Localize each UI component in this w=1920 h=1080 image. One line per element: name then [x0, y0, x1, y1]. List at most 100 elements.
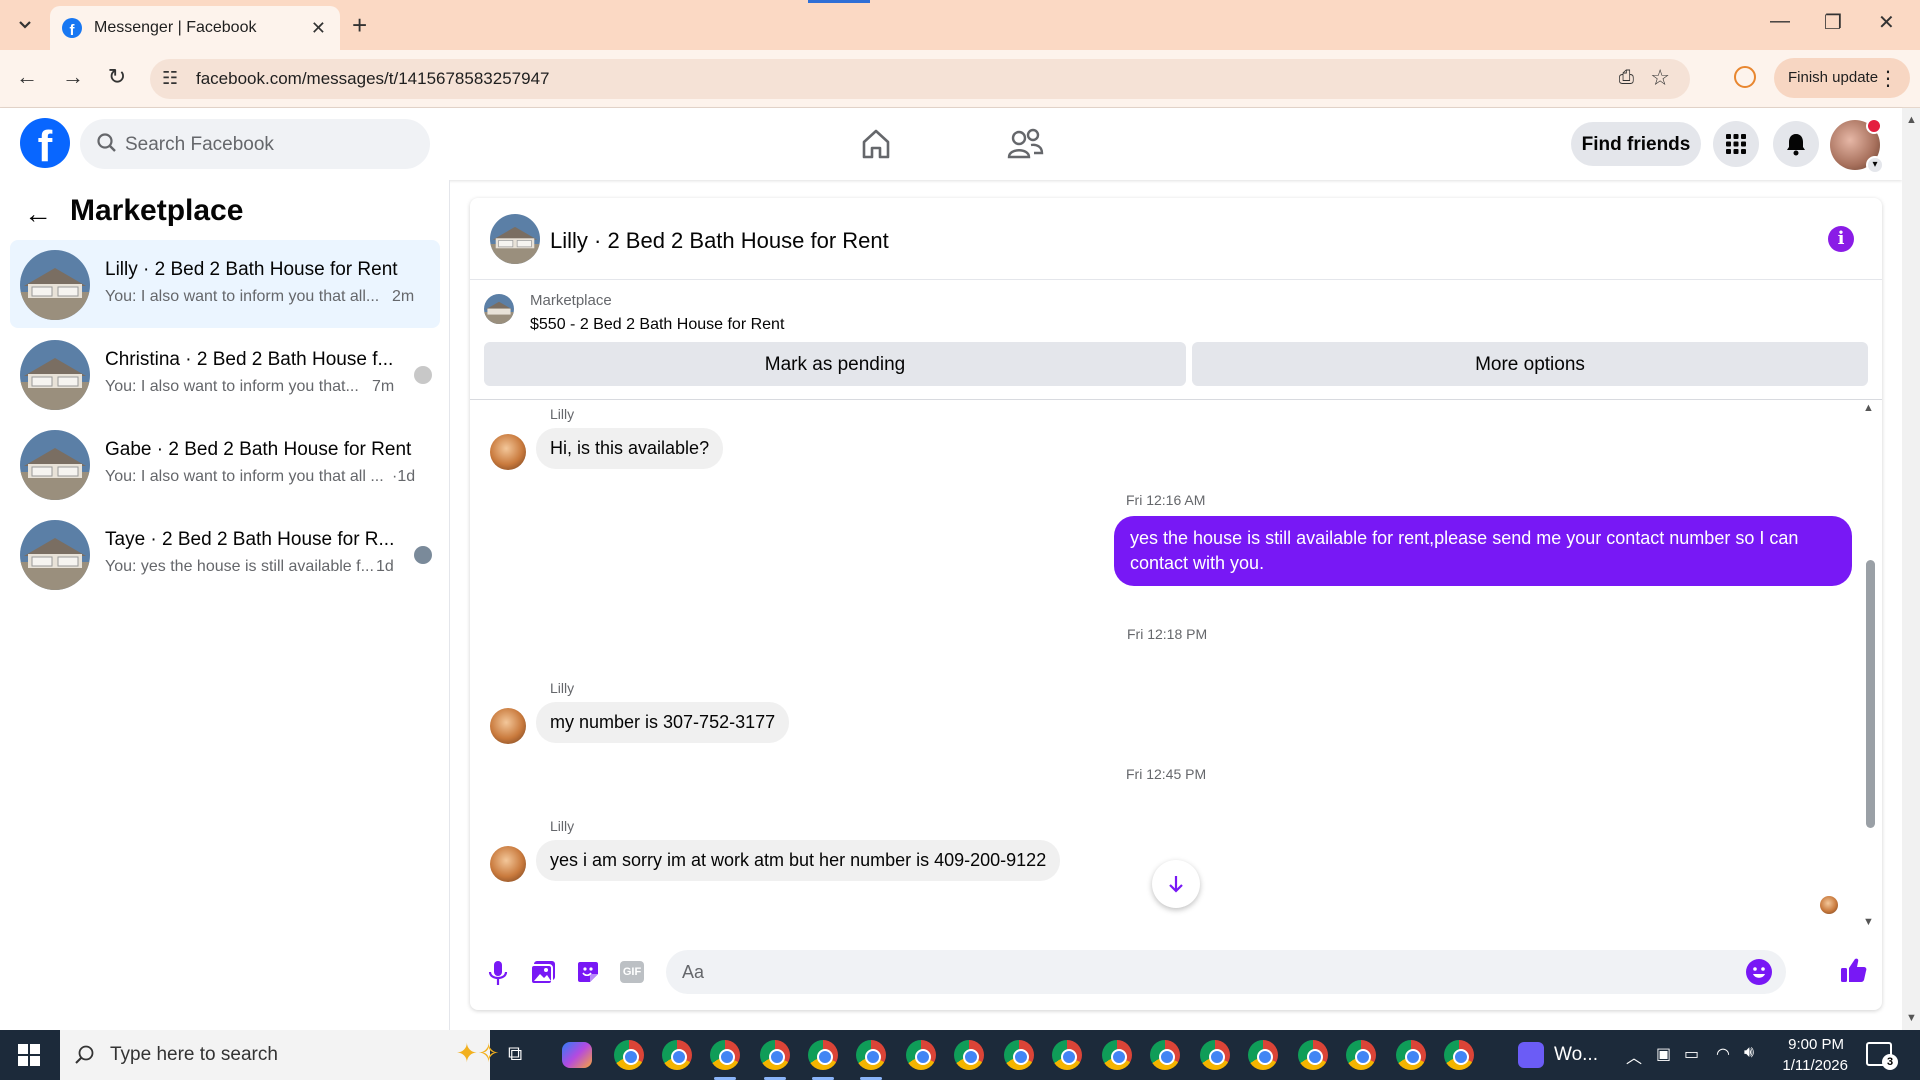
sticker-icon[interactable] — [576, 960, 600, 984]
chrome-app-icon[interactable] — [1444, 1040, 1474, 1070]
scrollbar-thumb[interactable] — [1866, 560, 1875, 828]
home-icon[interactable] — [858, 126, 894, 162]
back-arrow-icon[interactable]: ← — [24, 198, 52, 230]
address-bar[interactable]: ☷ facebook.com/messages/t/14156785832579… — [150, 59, 1690, 99]
chrome-app-icon[interactable] — [710, 1040, 740, 1070]
chrome-app-icon[interactable] — [808, 1040, 838, 1070]
house-thumbnail — [20, 340, 90, 410]
chrome-app-icon[interactable] — [1004, 1040, 1034, 1070]
windows-start-icon[interactable] — [18, 1044, 40, 1066]
chrome-app-icon[interactable] — [614, 1040, 644, 1070]
chrome-app-icon[interactable] — [1396, 1040, 1426, 1070]
outgoing-message-line: contact with you. — [1130, 553, 1265, 573]
task-view-icon[interactable]: ⧉ — [508, 1043, 522, 1066]
close-window-icon[interactable]: ✕ — [1878, 10, 1895, 35]
back-icon[interactable]: ← — [12, 64, 42, 90]
browser-tab-bar: f Messenger | Facebook ✕ + — ❐ ✕ — [0, 0, 1920, 50]
chat-header: Lilly · 2 Bed 2 Bath House for Rent i — [470, 198, 1882, 280]
chrome-app-icon[interactable] — [954, 1040, 984, 1070]
find-friends-button[interactable]: Find friends — [1571, 122, 1701, 166]
scroll-down-icon[interactable]: ▼ — [1863, 916, 1874, 928]
conversation-item[interactable]: Taye · 2 Bed 2 Bath House for R... You: … — [10, 510, 440, 598]
scroll-to-bottom-button[interactable] — [1152, 860, 1200, 908]
wifi-icon[interactable]: ◠ — [1716, 1044, 1730, 1064]
outgoing-message[interactable]: yes the house is still available for ren… — [1114, 516, 1852, 586]
battery-icon[interactable]: ▭ — [1684, 1044, 1699, 1064]
account-avatar[interactable]: ▾ — [1830, 118, 1884, 174]
volume-icon[interactable]: 🔊︎ — [1744, 1044, 1754, 1062]
facebook-logo-icon[interactable]: f — [20, 118, 70, 168]
chrome-app-icon[interactable] — [662, 1040, 692, 1070]
marketplace-sidebar: ← Marketplace Lilly · 2 Bed 2 Bath House… — [0, 180, 450, 1030]
sidebar-title: Marketplace — [70, 194, 244, 227]
clock-date[interactable]: 1/11/2026 — [1770, 1057, 1848, 1074]
chat-listing-thumbnail[interactable] — [490, 214, 540, 264]
chrome-app-icon[interactable] — [1150, 1040, 1180, 1070]
friends-icon[interactable] — [1006, 126, 1044, 162]
scroll-up-icon[interactable]: ▲ — [1906, 114, 1917, 126]
copilot-icon[interactable] — [562, 1042, 592, 1068]
menu-grid-button[interactable] — [1713, 121, 1759, 167]
conversation-item[interactable]: Lilly · 2 Bed 2 Bath House for Rent You:… — [10, 240, 440, 328]
bookmark-star-icon[interactable]: ☆ — [1650, 65, 1670, 91]
incoming-message[interactable]: Hi, is this available? — [536, 428, 724, 469]
message-input[interactable]: Aa — [666, 950, 1786, 994]
browser-tab[interactable]: f Messenger | Facebook ✕ — [50, 6, 340, 50]
profile-icon[interactable] — [1734, 66, 1756, 88]
window-indicator — [808, 0, 870, 3]
install-app-icon[interactable]: ⎙ — [1619, 67, 1634, 89]
chrome-app-icon[interactable] — [1346, 1040, 1376, 1070]
incoming-message[interactable]: yes i am sorry im at work atm but her nu… — [536, 840, 1061, 881]
clock-time[interactable]: 9:00 PM — [1784, 1036, 1844, 1053]
show-hidden-icons-icon[interactable]: ︿ — [1626, 1044, 1642, 1068]
finish-update-button[interactable]: Finish update ⋮ — [1774, 58, 1910, 98]
scroll-up-icon[interactable]: ▲ — [1863, 402, 1874, 414]
chrome-app-icon[interactable] — [1200, 1040, 1230, 1070]
minimize-icon[interactable]: — — [1770, 10, 1790, 33]
mark-as-pending-button[interactable]: Mark as pending — [484, 342, 1186, 386]
emoji-icon[interactable] — [1746, 959, 1772, 985]
chrome-app-icon[interactable] — [1052, 1040, 1082, 1070]
gif-icon[interactable]: GIF — [620, 961, 644, 983]
account-chevron-icon: ▾ — [1866, 156, 1884, 174]
listing-thumbnail[interactable] — [484, 294, 514, 324]
incoming-message[interactable]: my number is 307-752-3177 — [536, 702, 790, 743]
new-tab-icon[interactable]: + — [352, 10, 367, 41]
sender-avatar[interactable] — [490, 846, 526, 882]
info-icon[interactable]: i — [1828, 226, 1854, 252]
house-thumbnail — [20, 430, 90, 500]
facebook-search-input[interactable]: Search Facebook — [80, 119, 430, 169]
reload-icon[interactable]: ↻ — [102, 64, 132, 90]
chrome-app-icon[interactable] — [906, 1040, 936, 1070]
chat-title[interactable]: Lilly · 2 Bed 2 Bath House for Rent — [550, 228, 889, 254]
site-info-icon[interactable]: ☷ — [162, 68, 178, 89]
thumbs-up-icon[interactable] — [1840, 956, 1868, 984]
message-scrollbar[interactable]: ▲ ▼ — [1862, 400, 1878, 930]
taskbar-search-box[interactable]: Type here to search ✦✧ — [60, 1030, 500, 1080]
restore-icon[interactable]: ❐ — [1824, 10, 1842, 35]
zoom-app-icon[interactable] — [1518, 1042, 1544, 1068]
page-scrollbar[interactable]: ▲ ▼ — [1902, 108, 1920, 1030]
sender-avatar[interactable] — [490, 434, 526, 470]
conversation-item[interactable]: Gabe · 2 Bed 2 Bath House for Rent You: … — [10, 420, 440, 508]
close-tab-icon[interactable]: ✕ — [311, 18, 326, 39]
conversation-item[interactable]: Christina · 2 Bed 2 Bath House f... You:… — [10, 330, 440, 418]
chrome-app-icon[interactable] — [1102, 1040, 1132, 1070]
message-list: Lilly Hi, is this available? Fri 12:16 A… — [470, 400, 1882, 930]
message-sender: Lilly — [550, 680, 575, 696]
scroll-down-icon[interactable]: ▼ — [1906, 1012, 1917, 1024]
chrome-app-icon[interactable] — [1298, 1040, 1328, 1070]
meet-now-icon[interactable]: ▣ — [1656, 1044, 1671, 1064]
tab-search-button[interactable] — [12, 12, 38, 38]
more-options-button[interactable]: More options — [1192, 342, 1868, 386]
microphone-icon[interactable] — [488, 960, 508, 986]
notifications-button[interactable] — [1773, 121, 1819, 167]
sender-avatar[interactable] — [490, 708, 526, 744]
chrome-app-icon[interactable] — [1248, 1040, 1278, 1070]
chrome-app-icon[interactable] — [856, 1040, 886, 1070]
more-vert-icon: ⋮ — [1878, 68, 1898, 90]
forward-icon[interactable]: → — [58, 64, 88, 90]
chrome-app-icon[interactable] — [760, 1040, 790, 1070]
listing-price[interactable]: $550 - 2 Bed 2 Bath House for Rent — [530, 316, 784, 334]
photo-icon[interactable] — [530, 960, 556, 986]
